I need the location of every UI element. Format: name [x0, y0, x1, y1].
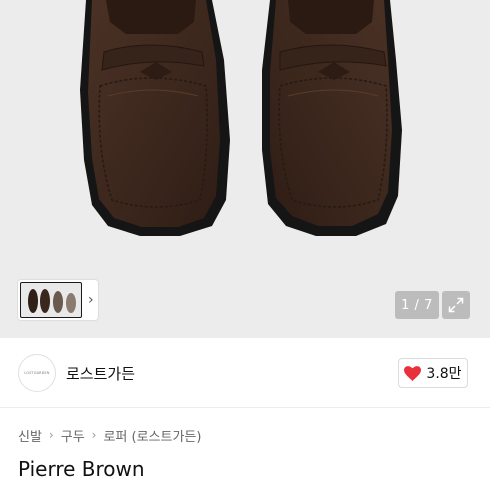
- breadcrumb-item-dress-shoes[interactable]: 구두: [61, 426, 85, 445]
- thumbnail-strip[interactable]: ›: [18, 280, 98, 320]
- heart-icon: [404, 365, 422, 381]
- left-shoe: [80, 0, 230, 236]
- chevron-right-icon: ›: [91, 428, 97, 442]
- thumbnail-shoes: [28, 289, 76, 313]
- right-shoe: [262, 0, 402, 236]
- breadcrumb-item-loafers[interactable]: 로퍼 (로스트가든): [103, 426, 201, 445]
- seller-avatar[interactable]: LOSTGARDEN: [18, 354, 56, 392]
- seller-row[interactable]: LOSTGARDEN 로스트가든 3.8만: [0, 338, 490, 408]
- product-image-gallery[interactable]: › 1 / 7: [0, 0, 490, 338]
- seller-logo-text: LOSTGARDEN: [24, 371, 50, 375]
- like-count: 3.8만: [426, 366, 462, 382]
- thumbnail-image[interactable]: [20, 282, 82, 318]
- breadcrumb: 신발 › 구두 › 로퍼 (로스트가든): [18, 425, 201, 445]
- product-title: Pierre Brown: [18, 457, 145, 481]
- image-counter: 1 / 7: [395, 291, 439, 319]
- like-button[interactable]: 3.8만: [398, 358, 468, 388]
- chevron-right-icon: ›: [48, 428, 54, 442]
- chevron-right-icon[interactable]: ›: [88, 293, 94, 307]
- breadcrumb-item-shoes[interactable]: 신발: [18, 426, 42, 445]
- section-divider: [0, 407, 490, 408]
- seller-name[interactable]: 로스트가든: [66, 363, 135, 384]
- expand-icon[interactable]: [442, 291, 470, 319]
